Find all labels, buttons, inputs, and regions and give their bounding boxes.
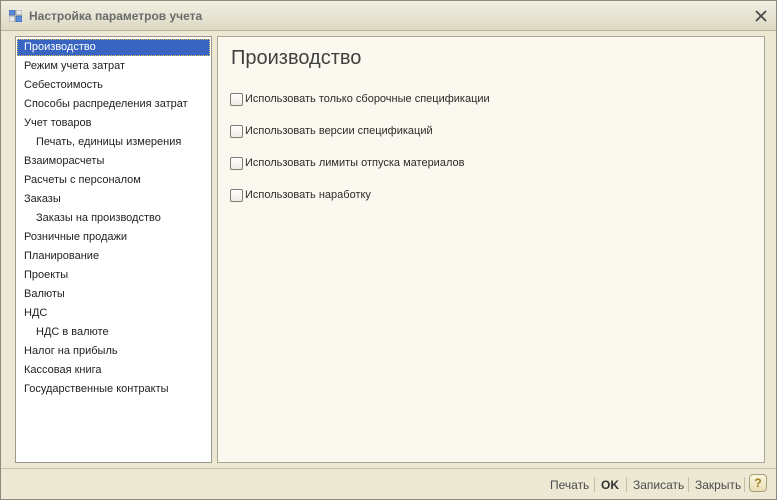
option-assembly-specs-only[interactable]: Использовать только сборочные спецификац… bbox=[230, 92, 490, 106]
sidebar-item-currencies[interactable]: Валюты bbox=[17, 286, 210, 303]
app-settings-icon bbox=[9, 10, 22, 22]
help-button[interactable]: ? bbox=[749, 474, 767, 492]
divider bbox=[594, 477, 595, 492]
option-label: Использовать версии спецификаций bbox=[245, 125, 433, 137]
sidebar-item-cost-price[interactable]: Себестоимость bbox=[17, 77, 210, 94]
save-button[interactable]: Записать bbox=[633, 478, 684, 492]
option-label: Использовать наработку bbox=[245, 189, 371, 201]
option-operating-time[interactable]: Использовать наработку bbox=[230, 188, 371, 202]
sidebar-item-government-contracts[interactable]: Государственные контракты bbox=[17, 381, 210, 398]
sidebar-item-goods-accounting[interactable]: Учет товаров bbox=[17, 115, 210, 132]
window-title: Настройка параметров учета bbox=[29, 9, 203, 23]
sidebar-item-cost-allocation-methods[interactable]: Способы распределения затрат bbox=[17, 96, 210, 113]
option-material-limits[interactable]: Использовать лимиты отпуска материалов bbox=[230, 156, 464, 170]
sidebar-item-personnel-settlements[interactable]: Расчеты с персоналом bbox=[17, 172, 210, 189]
divider bbox=[744, 477, 745, 492]
sidebar-item-retail-sales[interactable]: Розничные продажи bbox=[17, 229, 210, 246]
option-label: Использовать лимиты отпуска материалов bbox=[245, 157, 465, 169]
settings-window: Настройка параметров учета Производство … bbox=[0, 0, 777, 500]
sidebar-item-vat-in-currency[interactable]: НДС в валюте bbox=[17, 324, 210, 341]
title-bar[interactable]: Настройка параметров учета bbox=[1, 1, 776, 31]
checkbox[interactable] bbox=[230, 124, 243, 138]
footer-bar: Печать OK Записать Закрыть ? bbox=[1, 468, 776, 499]
sidebar-item-production[interactable]: Производство bbox=[17, 39, 210, 56]
sidebar-item-print-units[interactable]: Печать, единицы измерения bbox=[17, 134, 210, 151]
print-button[interactable]: Печать bbox=[550, 478, 589, 492]
close-button[interactable]: Закрыть bbox=[695, 478, 741, 492]
sidebar-item-cost-accounting-mode[interactable]: Режим учета затрат bbox=[17, 58, 210, 75]
sidebar-item-cash-book[interactable]: Кассовая книга bbox=[17, 362, 210, 379]
help-icon: ? bbox=[754, 476, 762, 490]
page-title: Производство bbox=[231, 47, 362, 69]
settings-sections-list[interactable]: Производство Режим учета затрат Себестои… bbox=[15, 36, 212, 463]
settings-panel: Производство Использовать только сборочн… bbox=[217, 36, 765, 463]
sidebar-item-settlements[interactable]: Взаиморасчеты bbox=[17, 153, 210, 170]
divider bbox=[688, 477, 689, 492]
checkbox[interactable] bbox=[230, 188, 243, 202]
checkbox[interactable] bbox=[230, 92, 243, 106]
option-spec-versions[interactable]: Использовать версии спецификаций bbox=[230, 124, 433, 138]
close-icon[interactable] bbox=[753, 8, 769, 24]
sidebar-item-planning[interactable]: Планирование bbox=[17, 248, 210, 265]
sidebar-item-production-orders[interactable]: Заказы на производство bbox=[17, 210, 210, 227]
sidebar-item-orders[interactable]: Заказы bbox=[17, 191, 210, 208]
ok-button[interactable]: OK bbox=[601, 478, 619, 492]
checkbox[interactable] bbox=[230, 156, 243, 170]
sidebar-item-vat[interactable]: НДС bbox=[17, 305, 210, 322]
sidebar-item-income-tax[interactable]: Налог на прибыль bbox=[17, 343, 210, 360]
sidebar-item-projects[interactable]: Проекты bbox=[17, 267, 210, 284]
option-label: Использовать только сборочные спецификац… bbox=[245, 93, 490, 105]
divider bbox=[626, 477, 627, 492]
content-area: Производство Режим учета затрат Себестои… bbox=[7, 31, 770, 468]
